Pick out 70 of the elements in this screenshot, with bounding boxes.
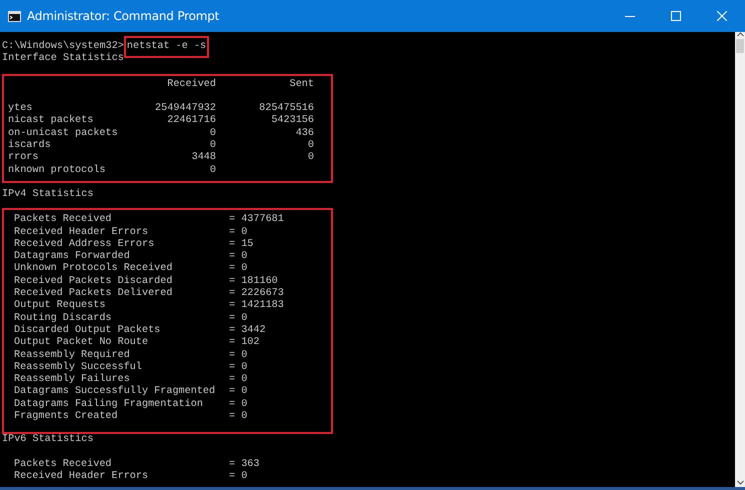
- console-text: = 0: [229, 374, 248, 386]
- console-text: = 4377681: [229, 214, 284, 227]
- console-text: = 0: [229, 251, 248, 263]
- console-text: Unknown Protocols Received: [13, 263, 174, 276]
- console-text: = 363: [229, 458, 260, 471]
- console-text: Output Requests: [13, 300, 106, 312]
- console-text: Received Packets Discarded: [13, 276, 174, 288]
- console-text: = 0: [229, 312, 248, 325]
- console-text: = 3442: [229, 324, 266, 337]
- console-text: 22461716: [166, 115, 216, 128]
- console-text: = 0: [229, 263, 248, 276]
- console-text: IPv4 Statistics: [2, 188, 94, 202]
- console-text: Received: [166, 78, 216, 91]
- console-text: Reassembly Successful: [13, 362, 143, 374]
- console-text: IPv6 Statistics: [2, 434, 94, 447]
- console-text: = 181160: [229, 276, 278, 288]
- console-text: 0: [306, 140, 314, 152]
- console-text: Routing Discards: [13, 312, 113, 324]
- scroll-thumb[interactable]: [736, 39, 744, 53]
- console-text: Fragments Created: [13, 411, 119, 424]
- console-text: Received Packets Delivered: [13, 288, 174, 300]
- window-title: Administrator: Command Prompt: [27, 9, 220, 23]
- console-text: Discarded Output Packets: [13, 324, 162, 336]
- command-text: netstat -e -s: [124, 36, 210, 58]
- console-text: Received Header Errors: [13, 226, 150, 238]
- console-text: = 15: [229, 238, 254, 251]
- console-text: iscards: [7, 140, 52, 152]
- console-text: 2549447932: [154, 103, 216, 115]
- console-text: Reassembly Required: [13, 350, 131, 362]
- console-text: Datagrams Successfully Fragmented: [13, 386, 216, 398]
- console-text: Received Address Errors: [13, 238, 156, 250]
- console-text: Reassembly Failures: [13, 374, 131, 386]
- console-icon: [8, 10, 21, 22]
- console-text: nicast packets: [7, 115, 94, 128]
- console-text: 0: [306, 152, 314, 165]
- console-text: = 0: [229, 398, 248, 411]
- console-text: 436: [294, 128, 314, 140]
- close-icon: [717, 11, 727, 21]
- console-text: 825475516: [258, 103, 314, 115]
- console-text: Packets Received: [13, 214, 113, 226]
- console-text: = 1421183: [229, 300, 284, 313]
- scroll-up-icon[interactable]: [736, 32, 744, 37]
- console-text: = 102: [229, 337, 260, 350]
- console-text: C:\Windows\system32>: [2, 41, 124, 52]
- console-text: Datagrams Failing Fragmentation: [13, 398, 204, 410]
- console-text: = 0: [229, 362, 248, 374]
- console-text: = 0: [229, 411, 248, 424]
- console-text: = 0: [229, 386, 248, 399]
- console-text: 0: [208, 140, 216, 152]
- console-text: rrors: [7, 152, 40, 164]
- console-text: 5423156: [270, 115, 314, 128]
- console-text: Sent: [288, 78, 314, 91]
- console-text: 0: [208, 128, 216, 140]
- console-text: = 0: [229, 350, 248, 362]
- console-text: on-unicast packets: [7, 128, 119, 140]
- console-text: ytes: [7, 103, 34, 114]
- console-text: Packets Received: [13, 458, 113, 470]
- console-text: Datagrams Forwarded: [13, 251, 131, 262]
- console-text: 3448: [190, 152, 216, 165]
- console-text: = 0: [229, 471, 248, 484]
- console-text: nknown protocols: [7, 164, 107, 177]
- scroll-down-icon[interactable]: [736, 480, 744, 485]
- console-text: 0: [208, 164, 216, 177]
- console-text: Received Header Errors: [13, 471, 150, 484]
- maximize-icon: [671, 11, 681, 21]
- console-text: = 0: [229, 226, 248, 239]
- console-text: = 2226673: [229, 288, 284, 300]
- console-text: Output Packet No Route: [13, 337, 150, 350]
- scrollbar[interactable]: [735, 32, 745, 487]
- console-text: Interface Statistics: [2, 53, 124, 66]
